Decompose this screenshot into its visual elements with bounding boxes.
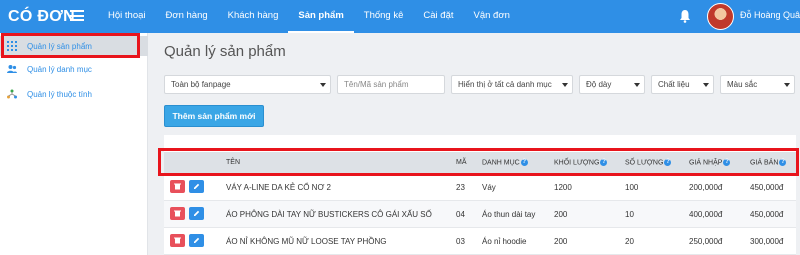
- category-select-value: Hiển thị ở tất cả danh mục: [458, 80, 552, 89]
- product-sale-price: 450,000đ: [750, 183, 784, 192]
- main-nav: Hội thoại Đơn hàng Khách hàng Sản phẩm T…: [98, 0, 520, 33]
- sidebar-item-categories[interactable]: Quản lý danh mục: [0, 59, 148, 79]
- product-name[interactable]: ÁO PHÔNG DÀI TAY NỮ BUSTICKERS CÔ GÁI XẤ…: [226, 210, 432, 219]
- thickness-select-value: Độ dày: [586, 80, 612, 89]
- product-code: 04: [456, 210, 465, 219]
- product-weight: 1200: [554, 183, 572, 192]
- trash-icon: [174, 210, 181, 217]
- product-search-input[interactable]: Tên/Mã sản phẩm: [337, 75, 445, 94]
- chevron-down-icon: [634, 83, 640, 87]
- product-category: Váy: [482, 183, 496, 192]
- delete-button[interactable]: [170, 207, 185, 220]
- table-row: ÁO PHÔNG DÀI TAY NỮ BUSTICKERS CÔ GÁI XẤ…: [164, 201, 796, 228]
- product-name[interactable]: VÁY A-LINE DA KẺ CỔ NƠ 2: [226, 183, 331, 192]
- product-code: 23: [456, 183, 465, 192]
- product-weight: 200: [554, 210, 568, 219]
- nav-products[interactable]: Sản phẩm: [288, 0, 354, 33]
- trash-icon: [174, 237, 181, 244]
- add-product-button[interactable]: Thêm sản phẩm mới: [164, 105, 264, 127]
- table-row: ÁO NỈ KHÔNG MŨ NỮ LOOSE TAY PHỒNG 03 Áo …: [164, 228, 796, 255]
- color-select-value: Màu sắc: [727, 80, 758, 89]
- top-navbar: CÓ ĐƠN Hội thoại Đơn hàng Khách hàng Sản…: [0, 0, 800, 33]
- thickness-select[interactable]: Độ dày: [579, 75, 645, 94]
- product-quantity: 20: [625, 237, 634, 246]
- menu-icon[interactable]: [70, 10, 84, 21]
- sidebar-item-label: Quản lý danh mục: [27, 64, 92, 74]
- chevron-down-icon: [562, 83, 568, 87]
- trash-icon: [174, 183, 181, 190]
- pencil-icon: [194, 183, 200, 189]
- delete-button[interactable]: [170, 180, 185, 193]
- material-select[interactable]: Chất liệu: [651, 75, 714, 94]
- page-title: Quản lý sản phẩm: [164, 43, 286, 60]
- product-sale-price: 450,000đ: [750, 210, 784, 219]
- sidebar-item-label: Quản lý thuộc tính: [27, 89, 92, 99]
- sidebar: Quản lý sản phẩm Quản lý danh mục Quản l…: [0, 33, 148, 255]
- users-icon: [7, 65, 17, 73]
- chevron-down-icon: [784, 83, 790, 87]
- nav-settings[interactable]: Cài đặt: [413, 0, 463, 33]
- highlight-box-sidebar: [1, 33, 140, 58]
- fanpage-select-value: Toàn bộ fanpage: [171, 80, 231, 89]
- category-select[interactable]: Hiển thị ở tất cả danh mục: [451, 75, 573, 94]
- nav-shipping[interactable]: Vận đơn: [464, 0, 520, 33]
- avatar[interactable]: [707, 3, 734, 30]
- edit-button[interactable]: [189, 234, 204, 247]
- edit-button[interactable]: [189, 207, 204, 220]
- product-import-price: 200,000đ: [689, 183, 723, 192]
- chevron-down-icon: [703, 83, 709, 87]
- nav-statistics[interactable]: Thống kê: [354, 0, 414, 33]
- search-placeholder: Tên/Mã sản phẩm: [344, 80, 409, 89]
- sidebar-item-attributes[interactable]: Quản lý thuộc tính: [0, 84, 148, 104]
- nav-customers[interactable]: Khách hàng: [218, 0, 289, 33]
- highlight-box-table-header: [158, 148, 799, 176]
- color-select[interactable]: Màu sắc: [720, 75, 795, 94]
- product-category: Áo thun dài tay: [482, 210, 536, 219]
- bell-icon[interactable]: [679, 9, 691, 23]
- table-row: VÁY A-LINE DA KẺ CỔ NƠ 2 23 Váy 1200 100…: [164, 174, 796, 201]
- chevron-down-icon: [320, 83, 326, 87]
- delete-button[interactable]: [170, 234, 185, 247]
- product-sale-price: 300,000đ: [750, 237, 784, 246]
- edit-button[interactable]: [189, 180, 204, 193]
- product-import-price: 250,000đ: [689, 237, 723, 246]
- product-category: Áo nỉ hoodie: [482, 237, 527, 246]
- nav-orders[interactable]: Đơn hàng: [156, 0, 218, 33]
- product-quantity: 10: [625, 210, 634, 219]
- product-quantity: 100: [625, 183, 639, 192]
- product-code: 03: [456, 237, 465, 246]
- username[interactable]: Đỗ Hoàng Quân: [740, 10, 800, 20]
- nav-conversations[interactable]: Hội thoại: [98, 0, 156, 33]
- app-logo[interactable]: CÓ ĐƠN: [8, 8, 75, 26]
- fanpage-select[interactable]: Toàn bộ fanpage: [164, 75, 331, 94]
- product-weight: 200: [554, 237, 568, 246]
- pencil-icon: [194, 237, 200, 243]
- product-import-price: 400,000đ: [689, 210, 723, 219]
- product-name[interactable]: ÁO NỈ KHÔNG MŨ NỮ LOOSE TAY PHỒNG: [226, 237, 387, 246]
- tree-icon: [7, 89, 17, 99]
- material-select-value: Chất liệu: [658, 80, 690, 89]
- pencil-icon: [194, 210, 200, 216]
